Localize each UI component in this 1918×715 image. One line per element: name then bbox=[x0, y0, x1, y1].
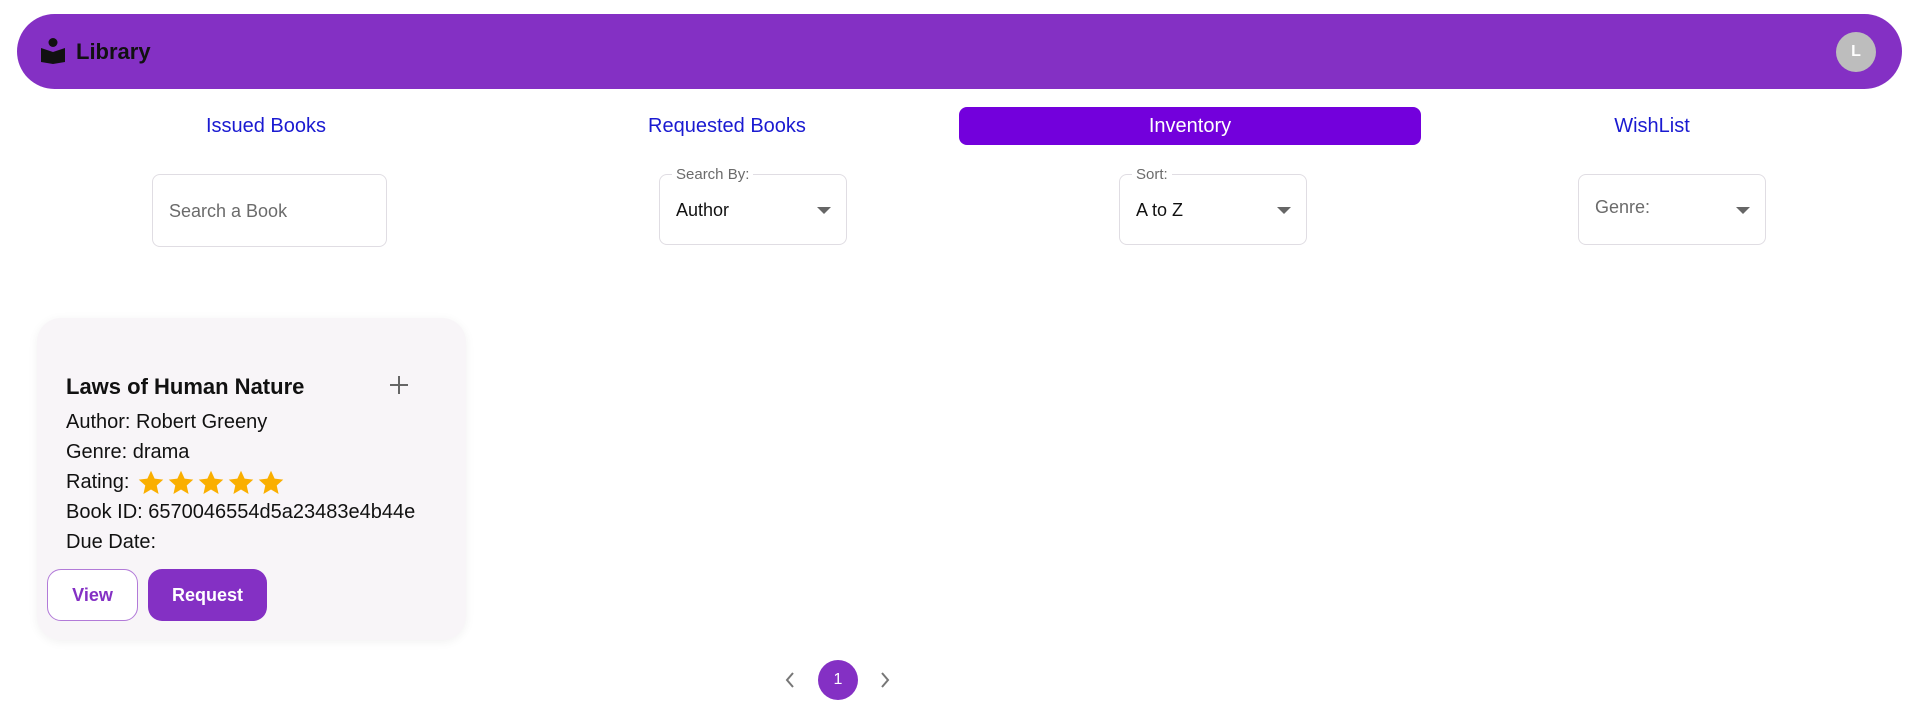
search-by-value: Author bbox=[676, 200, 730, 220]
star-icon bbox=[228, 470, 254, 494]
book-card: Laws of Human Nature Author: Robert Gree… bbox=[37, 318, 466, 640]
tab-inventory[interactable]: Inventory bbox=[959, 107, 1421, 145]
app-title: Library bbox=[76, 39, 151, 64]
view-button[interactable]: View bbox=[47, 569, 138, 621]
genre-placeholder: Genre: bbox=[1595, 197, 1651, 217]
request-button[interactable]: Request bbox=[148, 569, 267, 621]
star-icon bbox=[198, 470, 224, 494]
genre-select[interactable]: Genre: bbox=[1578, 174, 1766, 245]
tab-wishlist[interactable]: WishList bbox=[1424, 107, 1880, 145]
search-by-select[interactable]: Search By: Author bbox=[659, 166, 847, 245]
tab-requested-books[interactable]: Requested Books bbox=[498, 107, 956, 145]
search-placeholder: Search a Book bbox=[169, 201, 288, 221]
avatar[interactable]: L bbox=[1836, 32, 1876, 72]
book-title: Laws of Human Nature bbox=[66, 374, 305, 399]
tab-issued-books[interactable]: Issued Books bbox=[38, 107, 494, 145]
star-icon bbox=[258, 470, 284, 494]
caret-down-icon bbox=[1736, 207, 1750, 214]
book-genre: Genre: drama bbox=[66, 441, 190, 463]
book-id: Book ID: 6570046554d5a23483e4b44e bbox=[66, 501, 416, 523]
book-due-date: Due Date: bbox=[66, 531, 157, 553]
book-reader-icon bbox=[41, 38, 65, 64]
star-icon bbox=[138, 470, 164, 494]
chevron-right-icon[interactable] bbox=[877, 670, 893, 690]
star-icon bbox=[168, 470, 194, 494]
caret-down-icon bbox=[1277, 207, 1291, 214]
search-input[interactable]: Search a Book bbox=[152, 174, 387, 247]
chevron-left-icon[interactable] bbox=[782, 670, 798, 690]
page-button-current[interactable]: 1 bbox=[818, 660, 858, 700]
caret-down-icon bbox=[817, 207, 831, 214]
sort-label: Sort: bbox=[1132, 166, 1172, 183]
rating-label: Rating: bbox=[66, 471, 130, 493]
sort-value: A to Z bbox=[1136, 200, 1184, 220]
app-bar: Library L bbox=[17, 14, 1902, 89]
book-author: Author: Robert Greeny bbox=[66, 411, 268, 433]
sort-select[interactable]: Sort: A to Z bbox=[1119, 166, 1307, 245]
search-by-label: Search By: bbox=[672, 166, 754, 183]
plus-icon[interactable] bbox=[389, 375, 409, 395]
rating-stars bbox=[137, 469, 285, 497]
